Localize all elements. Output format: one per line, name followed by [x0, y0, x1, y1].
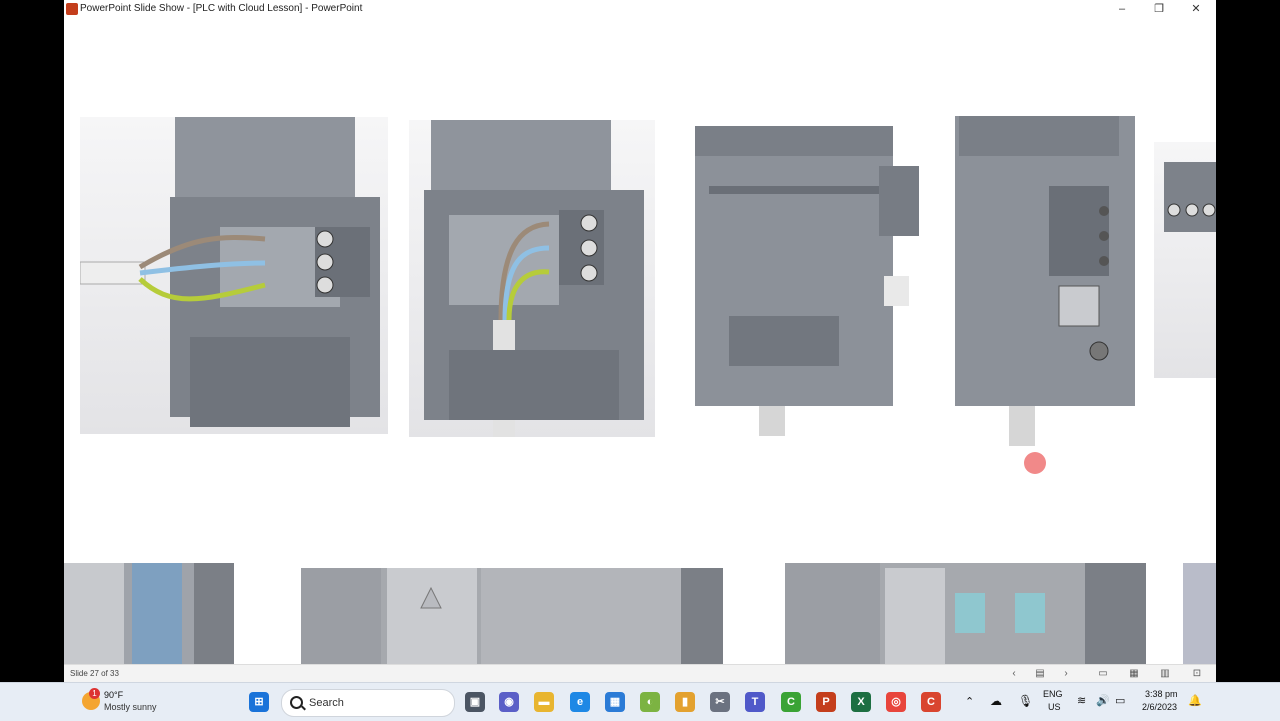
clock-time[interactable]: 3:38 pm — [1145, 689, 1178, 699]
restore-button[interactable]: ❐ — [1144, 1, 1174, 17]
weather-condition[interactable]: Mostly sunny — [104, 702, 157, 712]
app-icon-green[interactable]: ◐ — [640, 692, 660, 712]
next-slide-icon[interactable]: › — [1059, 668, 1073, 680]
powerpoint-icon — [66, 3, 78, 15]
minimize-button[interactable]: – — [1107, 1, 1137, 17]
normal-view-icon[interactable]: ▭ — [1096, 668, 1110, 680]
wifi-icon[interactable]: ≋ — [1077, 694, 1086, 707]
powerpoint-taskbar-icon[interactable]: P — [816, 692, 836, 712]
keyboard-layout[interactable]: US — [1048, 702, 1061, 712]
reading-view-icon[interactable]: ▥ — [1158, 668, 1172, 680]
plc-wiring-image-2 — [409, 120, 655, 437]
edge-icon[interactable]: e — [570, 692, 590, 712]
weather-badge: 1 — [89, 688, 100, 699]
excel-icon[interactable]: X — [851, 692, 871, 712]
file-explorer-icon[interactable]: ▬ — [534, 692, 554, 712]
plc-rack-drawing-2 — [301, 568, 723, 664]
title-bar: PowerPoint Slide Show - [PLC with Cloud … — [64, 0, 1216, 18]
search-icon — [290, 696, 303, 709]
window-title: PowerPoint Slide Show - [PLC with Cloud … — [80, 3, 363, 14]
plc-module-drawing-3 — [695, 126, 919, 436]
slide-canvas[interactable] — [64, 18, 1216, 664]
plc-terminal-drawing-2 — [424, 120, 644, 437]
close-button[interactable]: ✕ — [1181, 1, 1211, 17]
slide-sorter-icon[interactable]: ▦ — [1127, 668, 1141, 680]
plc-module-image-3 — [689, 116, 935, 436]
plc-module-image-4 — [949, 96, 1139, 446]
plc-wiring-image-1 — [79, 117, 388, 434]
windows-start-icon[interactable]: ⊞ — [249, 692, 269, 712]
windows-taskbar: 1 90°F Mostly sunny ⊞ Search ▣ ◉ ▬ e ▦ ◐… — [0, 682, 1280, 721]
slide-menu-icon[interactable]: ▤ — [1033, 668, 1047, 680]
slide-counter: Slide 27 of 33 — [70, 669, 119, 678]
taskbar-search[interactable]: Search — [281, 689, 455, 717]
plc-rack-image-4 — [1183, 563, 1216, 664]
plc-rack-image-3 — [785, 563, 1146, 664]
microphone-icon[interactable]: 🎙 — [1018, 694, 1033, 708]
teams-icon[interactable]: T — [745, 692, 765, 712]
battery-icon[interactable]: ▭ — [1115, 694, 1125, 707]
volume-icon[interactable]: 🔊 — [1096, 694, 1110, 707]
slideshow-view-icon[interactable]: ⊡ — [1190, 668, 1204, 680]
plc-rack-image-2 — [301, 568, 723, 664]
search-input[interactable]: Search — [309, 697, 344, 709]
show-hidden-icons-icon[interactable]: ⌃ — [965, 695, 974, 708]
previous-slide-icon[interactable]: ‹ — [1007, 668, 1021, 680]
clock-date[interactable]: 2/6/2023 — [1142, 702, 1177, 712]
power-bi-icon[interactable]: ▮ — [675, 692, 695, 712]
snipping-tool-icon[interactable]: ✂ — [710, 692, 730, 712]
language-indicator[interactable]: ENG — [1043, 689, 1063, 699]
notification-icon[interactable]: 🔔 — [1188, 694, 1202, 707]
plc-rack-drawing-3 — [785, 563, 1146, 664]
plc-terminal-drawing-1 — [79, 117, 380, 427]
task-view-icon[interactable]: ▣ — [465, 692, 485, 712]
plc-terminal-drawing-5 — [1164, 162, 1216, 232]
plc-terminal-image-5 — [1154, 142, 1216, 378]
chat-icon[interactable]: ◉ — [499, 692, 519, 712]
store-icon[interactable]: ▦ — [605, 692, 625, 712]
weather-temperature[interactable]: 90°F — [104, 690, 123, 700]
chrome-icon[interactable]: ◎ — [886, 692, 906, 712]
plc-rack-image-1 — [64, 563, 234, 664]
onedrive-icon[interactable]: ☁ — [990, 694, 1002, 708]
camtasia-recorder-icon[interactable]: C — [921, 692, 941, 712]
status-bar: Slide 27 of 33 ‹ ▤ › ▭ ▦ ▥ ⊡ — [64, 664, 1216, 683]
plc-module-drawing-4 — [955, 116, 1135, 446]
camtasia-icon[interactable]: C — [781, 692, 801, 712]
plc-rack-drawing-1 — [64, 563, 234, 664]
hand-cursor-icon — [1024, 452, 1046, 474]
